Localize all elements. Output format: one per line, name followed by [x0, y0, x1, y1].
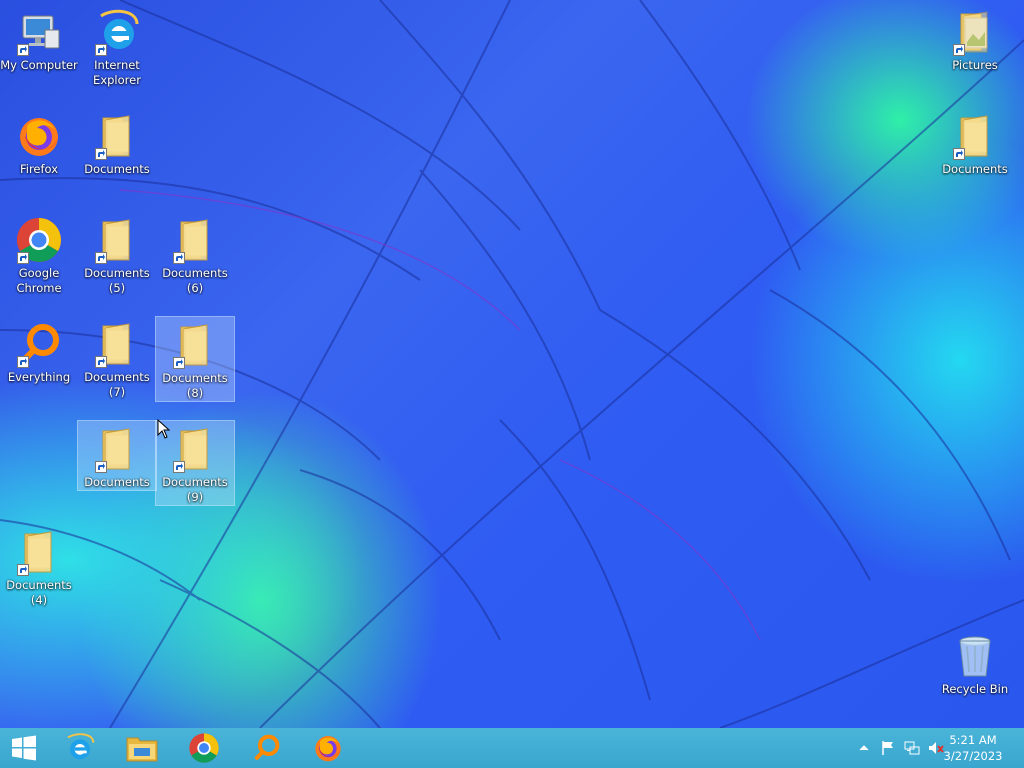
icon-label: My Computer — [0, 58, 78, 72]
shortcut-arrow-icon — [95, 461, 107, 473]
shortcut-arrow-icon — [95, 44, 107, 56]
folder-icon — [951, 8, 999, 56]
folder-icon — [93, 425, 141, 473]
show-hidden-icons-chevron-icon[interactable] — [856, 740, 872, 756]
windows-logo-icon — [12, 735, 36, 761]
desktop-icon-documents-8[interactable]: Documents (8) — [155, 316, 235, 402]
folder-icon — [93, 320, 141, 368]
internet-explorer-icon — [67, 733, 95, 760]
shortcut-arrow-icon — [173, 357, 185, 369]
shortcut-arrow-icon — [173, 461, 185, 473]
icon-label: Pictures — [952, 58, 998, 72]
desktop-icon-google-chrome[interactable]: Google Chrome — [0, 212, 78, 300]
folder-icon — [93, 112, 141, 160]
computer-icon — [15, 8, 63, 56]
firefox-icon — [315, 736, 341, 762]
icon-label: Documents (5) — [84, 266, 150, 295]
icon-label: Documents — [84, 475, 150, 489]
desktop[interactable]: My Computer Firefox Google Chrome Everyt… — [0, 0, 1024, 728]
icon-label: Documents (9) — [162, 475, 228, 504]
icon-label: Documents — [942, 162, 1008, 176]
desktop-icon-documents-5[interactable]: Documents (5) — [78, 212, 156, 300]
desktop-icon-everything[interactable]: Everything — [0, 316, 78, 392]
taskbar-internet-explorer[interactable] — [50, 728, 110, 768]
chrome-icon — [15, 216, 63, 264]
file-explorer-icon — [126, 737, 158, 762]
shortcut-arrow-icon — [17, 252, 29, 264]
shortcut-arrow-icon — [17, 564, 29, 576]
folder-icon — [15, 528, 63, 576]
taskbar-file-explorer[interactable] — [112, 728, 172, 768]
desktop-icon-documents-7[interactable]: Documents (7) — [78, 316, 156, 404]
desktop-icon-documents-selected[interactable]: Documents — [77, 420, 157, 491]
mouse-cursor — [157, 419, 171, 439]
icon-label: Documents (4) — [6, 578, 72, 607]
internet-explorer-icon — [93, 8, 141, 56]
desktop-icon-documents-6[interactable]: Documents (6) — [156, 212, 234, 300]
icon-label: Everything — [7, 370, 71, 384]
clock-time: 5:21 AM — [949, 733, 997, 747]
folder-icon — [93, 216, 141, 264]
firefox-icon — [15, 112, 63, 160]
taskbar-clock[interactable]: 5:21 AM 3/27/2023 — [938, 732, 1008, 764]
icon-label: Recycle Bin — [941, 682, 1009, 696]
taskbar-google-chrome[interactable] — [174, 728, 234, 768]
shortcut-arrow-icon — [953, 44, 965, 56]
folder-icon — [171, 216, 219, 264]
desktop-icon-documents[interactable]: Documents — [78, 108, 156, 184]
desktop-icon-documents-right[interactable]: Documents — [936, 108, 1014, 184]
icon-label: Documents (8) — [162, 371, 228, 400]
icon-label: Google Chrome — [16, 266, 62, 295]
icon-label: Firefox — [19, 162, 59, 176]
folder-icon — [951, 112, 999, 160]
everything-search-icon — [15, 320, 63, 368]
action-center-flag-icon[interactable] — [880, 740, 896, 756]
shortcut-arrow-icon — [95, 252, 107, 264]
shortcut-arrow-icon — [95, 148, 107, 160]
network-icon[interactable] — [904, 740, 920, 756]
icon-label: Internet Explorer — [93, 58, 141, 87]
clock-date: 3/27/2023 — [943, 749, 1003, 763]
folder-icon — [171, 321, 219, 369]
shortcut-arrow-icon — [173, 252, 185, 264]
taskbar: 5:21 AM 3/27/2023 — [0, 728, 1024, 768]
start-button[interactable] — [0, 728, 48, 768]
recycle-bin-icon — [951, 632, 999, 680]
system-tray: 5:21 AM 3/27/2023 — [844, 728, 1024, 768]
shortcut-arrow-icon — [17, 44, 29, 56]
desktop-icon-documents-4[interactable]: Documents (4) — [0, 524, 78, 612]
icon-label: Documents — [84, 162, 150, 176]
folder-icon — [171, 425, 219, 473]
taskbar-everything-search[interactable] — [236, 728, 296, 768]
icon-label: Documents (7) — [84, 370, 150, 399]
chrome-icon — [189, 733, 219, 763]
desktop-icon-my-computer[interactable]: My Computer — [0, 4, 78, 80]
desktop-icon-recycle-bin[interactable]: Recycle Bin — [936, 628, 1014, 704]
taskbar-firefox[interactable] — [298, 728, 358, 768]
shortcut-arrow-icon — [953, 148, 965, 160]
icon-label: Documents (6) — [162, 266, 228, 295]
shortcut-arrow-icon — [95, 356, 107, 368]
desktop-icon-internet-explorer[interactable]: Internet Explorer — [78, 4, 156, 92]
desktop-icon-firefox[interactable]: Firefox — [0, 108, 78, 184]
shortcut-arrow-icon — [17, 356, 29, 368]
everything-search-icon — [254, 734, 280, 760]
desktop-icon-pictures[interactable]: Pictures — [936, 4, 1014, 80]
